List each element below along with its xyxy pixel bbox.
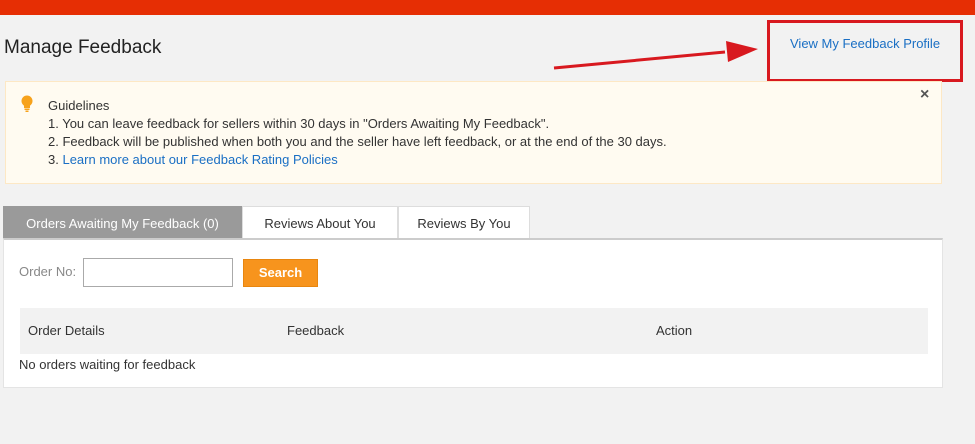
empty-state-message: No orders waiting for feedback — [19, 357, 196, 372]
column-header-feedback: Feedback — [287, 323, 345, 338]
tab-orders-awaiting-feedback[interactable]: Orders Awaiting My Feedback (0) — [3, 206, 242, 239]
guidelines-title: Guidelines — [48, 98, 110, 113]
column-header-action: Action — [656, 323, 693, 338]
order-no-input[interactable] — [83, 258, 233, 287]
guideline-item: 3. Learn more about our Feedback Rating … — [48, 152, 338, 167]
annotation-highlight-box — [767, 20, 963, 82]
order-no-label: Order No: — [19, 264, 77, 279]
close-icon[interactable]: × — [920, 86, 929, 104]
table-header: Order Details Feedback Action — [20, 308, 928, 354]
tab-panel: Order No: Search Order Details Feedback … — [3, 238, 943, 388]
column-header-order-details: Order Details — [28, 323, 105, 338]
guideline-item-number: 3. — [48, 152, 63, 167]
lightbulb-icon — [21, 95, 33, 112]
feedback-policies-link[interactable]: Learn more about our Feedback Rating Pol… — [62, 152, 337, 167]
guideline-item: 1. You can leave feedback for sellers wi… — [48, 116, 550, 131]
guideline-item: 2. Feedback will be published when both … — [48, 134, 667, 149]
tab-reviews-by-you[interactable]: Reviews By You — [398, 206, 530, 239]
top-bar — [0, 0, 975, 15]
tab-reviews-about-you[interactable]: Reviews About You — [242, 206, 398, 239]
search-button[interactable]: Search — [243, 259, 318, 287]
annotation-arrow — [553, 41, 758, 70]
guidelines-notice: Guidelines 1. You can leave feedback for… — [5, 81, 942, 184]
page-title: Manage Feedback — [4, 37, 162, 58]
